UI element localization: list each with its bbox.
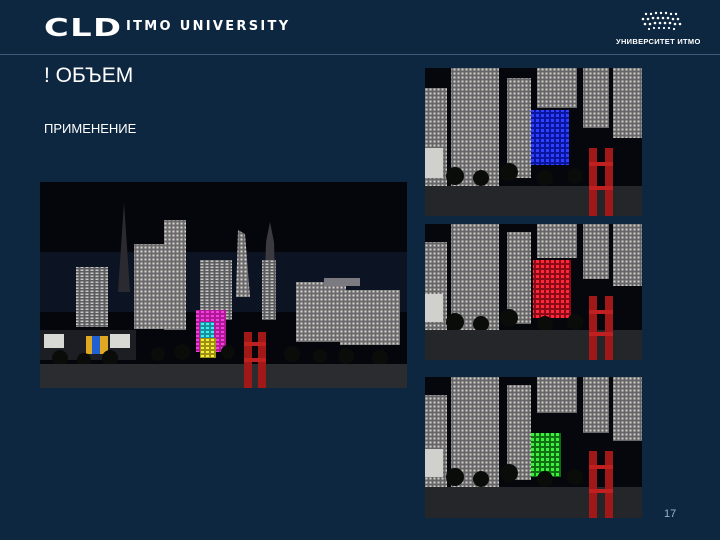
city-scene-green [425, 377, 642, 518]
cld-logo: CLD [44, 13, 123, 42]
page-number: 17 [664, 508, 677, 520]
slide-subtitle: ПРИМЕНЕНИЕ [44, 121, 137, 136]
itmo-university-logo-text: ITMO UNIVERSITY [126, 19, 291, 34]
itmo-dots-icon [641, 11, 682, 31]
city-scene-red [425, 224, 642, 360]
city-scene-blue [425, 68, 642, 216]
itmo-university-logo-label: УНИВЕРСИТЕТ ИТМО [616, 37, 701, 46]
slide-title: ! ОБЪЕМ [44, 64, 134, 87]
itmo-university-logo: УНИВЕРСИТЕТ ИТМО [616, 10, 708, 50]
city-scene-multicolor [40, 182, 407, 388]
slide-header: CLD ITMO UNIVERSITY УНИВЕРСИТЕТ ИТМО [0, 0, 720, 55]
